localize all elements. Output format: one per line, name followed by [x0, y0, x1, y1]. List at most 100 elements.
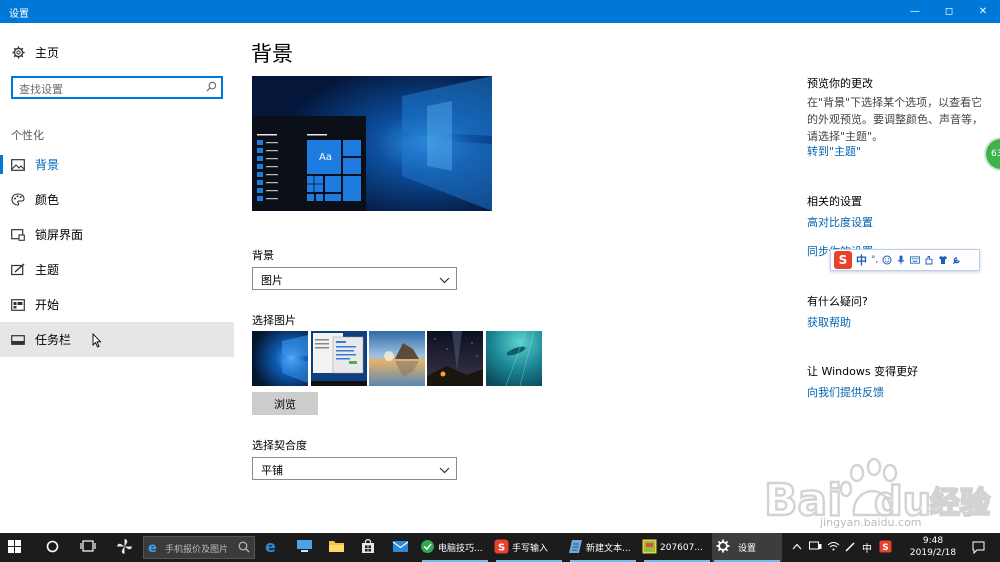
sidebar-item-themes[interactable]: 主题: [0, 252, 234, 287]
taskbar-app-store[interactable]: [360, 533, 376, 562]
ime-punct-toggle[interactable]: °,: [871, 255, 878, 265]
windows-wallpaper-image: [252, 76, 492, 211]
chevron-down-icon: [439, 273, 450, 287]
app-label: 设置: [738, 544, 757, 554]
fit-label: 选择契合度: [252, 439, 307, 452]
gear-icon: [11, 46, 25, 60]
close-button[interactable]: ✕: [966, 0, 1000, 23]
store-bag-icon: [360, 538, 376, 557]
start-button[interactable]: [8, 533, 21, 562]
app-icon: [420, 539, 435, 557]
sidebar-item-label: 锁屏界面: [35, 228, 84, 242]
picture-thumbnail[interactable]: [486, 331, 542, 386]
taskbar-app-1[interactable]: 电脑技巧...: [420, 533, 490, 562]
skin-shirt-icon[interactable]: [938, 255, 948, 265]
input-language-indicator[interactable]: 中: [862, 540, 872, 555]
search-input[interactable]: 查找设置: [11, 76, 223, 99]
app-label: 207607...: [660, 542, 703, 553]
microphone-icon[interactable]: [896, 255, 906, 265]
cortana-button[interactable]: [46, 533, 59, 562]
high-contrast-link[interactable]: 高对比度设置: [807, 214, 873, 230]
emoji-icon[interactable]: [882, 255, 892, 265]
notifications-icon[interactable]: [972, 541, 985, 557]
fit-select[interactable]: 平铺: [252, 457, 457, 480]
taskbar-app-settings[interactable]: 设置: [712, 533, 782, 562]
image-icon: [11, 158, 25, 172]
app-label: 新建文本...: [586, 544, 631, 554]
desktop-icon: [296, 539, 313, 556]
ime-mode-toggle[interactable]: 中: [856, 252, 867, 268]
sidebar-item-label: 颜色: [35, 193, 60, 207]
select-value: 平铺: [261, 464, 283, 477]
system-tray: 中 S: [792, 533, 892, 562]
edge-icon: e: [264, 537, 280, 557]
picture-thumbnail[interactable]: [369, 331, 425, 386]
background-label: 背景: [252, 249, 274, 262]
app-label: 手写输入: [512, 544, 549, 554]
mail-icon: [392, 540, 409, 556]
taskbar-app-explorer[interactable]: [328, 533, 345, 562]
start-icon: [11, 298, 25, 312]
sidebar-item-taskbar[interactable]: 任务栏: [0, 322, 234, 357]
sidebar-item-label: 背景: [35, 158, 60, 172]
app-icon: [568, 539, 583, 557]
taskbar-app-edge[interactable]: e: [264, 533, 280, 562]
device-icon[interactable]: [809, 541, 822, 554]
sidebar-item-lockscreen[interactable]: 锁屏界面: [0, 217, 234, 252]
picture-thumbnail[interactable]: [427, 331, 483, 386]
wifi-icon[interactable]: [827, 541, 840, 554]
taskbar-app-pinwheel[interactable]: [116, 533, 133, 562]
pen-icon[interactable]: [845, 541, 856, 555]
sidebar-item-colors[interactable]: 颜色: [0, 182, 234, 217]
taskbar-app-3[interactable]: 新建文本...: [568, 533, 638, 562]
page-title: 背景: [251, 42, 293, 66]
keyboard-icon[interactable]: [910, 255, 921, 265]
title-bar: 设置 — ◻ ✕: [0, 0, 1000, 23]
wrench-icon[interactable]: [952, 255, 962, 265]
taskbar-app-4[interactable]: 207607...: [642, 533, 712, 562]
active-marker: [0, 155, 3, 174]
search-icon: [238, 541, 250, 556]
minimize-button[interactable]: —: [898, 0, 932, 23]
mouse-cursor-icon: [92, 332, 102, 351]
search-icon: [206, 81, 217, 95]
task-view-icon: [80, 540, 96, 555]
taskbar-app-2[interactable]: S 手写输入: [494, 533, 564, 562]
sidebar-item-home[interactable]: 主页: [0, 35, 234, 70]
handwriting-icon[interactable]: [924, 255, 934, 265]
goto-themes-link[interactable]: 转到"主题": [807, 143, 861, 159]
taskbar-search-input[interactable]: e 手机报价及图片: [143, 536, 255, 559]
taskbar-clock[interactable]: 9:48 2019/2/18: [908, 535, 958, 559]
sogou-tray-icon[interactable]: S: [879, 540, 892, 556]
svg-text:经验: 经验: [930, 486, 990, 521]
maximize-button[interactable]: ◻: [932, 0, 966, 23]
sogou-logo-icon[interactable]: S: [834, 251, 852, 269]
taskbar-icon: [11, 333, 25, 347]
feedback-heading: 让 Windows 变得更好: [807, 365, 919, 378]
sidebar-item-background[interactable]: 背景: [0, 147, 234, 182]
sidebar-item-label: 任务栏: [35, 333, 72, 347]
get-help-link[interactable]: 获取帮助: [807, 314, 851, 330]
sidebar: 主页 查找设置 个性化 背景 颜色 锁屏界面 主题 开始 任务栏: [0, 23, 234, 533]
choose-picture-label: 选择图片: [252, 314, 296, 327]
taskbar-app-desktop[interactable]: [296, 533, 313, 562]
windows-logo-icon: [8, 539, 21, 556]
taskbar-app-mail[interactable]: [392, 533, 409, 562]
preview-description: 在"背景"下选择某个选项，以查看它的外观预览。要调整颜色、声音等，请选择"主题"…: [807, 96, 983, 143]
browse-button[interactable]: 浏览: [252, 392, 318, 415]
ime-toolbar: S 中 °,: [830, 249, 980, 271]
background-type-select[interactable]: 图片: [252, 267, 457, 290]
feedback-link[interactable]: 向我们提供反馈: [807, 384, 884, 400]
picture-thumbnail[interactable]: [311, 331, 367, 386]
sidebar-item-start[interactable]: 开始: [0, 287, 234, 322]
chevron-up-icon[interactable]: [792, 542, 802, 553]
app-label: 电脑技巧...: [438, 544, 483, 554]
picture-thumbnail[interactable]: [252, 331, 308, 386]
ie-logo-icon: e: [147, 540, 161, 557]
preview-heading: 预览你的更改: [807, 77, 873, 90]
window-title: 设置: [9, 9, 29, 20]
section-label: 个性化: [11, 129, 44, 142]
task-view-button[interactable]: [80, 533, 96, 562]
cortana-circle-icon: [46, 540, 59, 556]
floating-counter-badge[interactable]: 63: [986, 139, 1000, 169]
